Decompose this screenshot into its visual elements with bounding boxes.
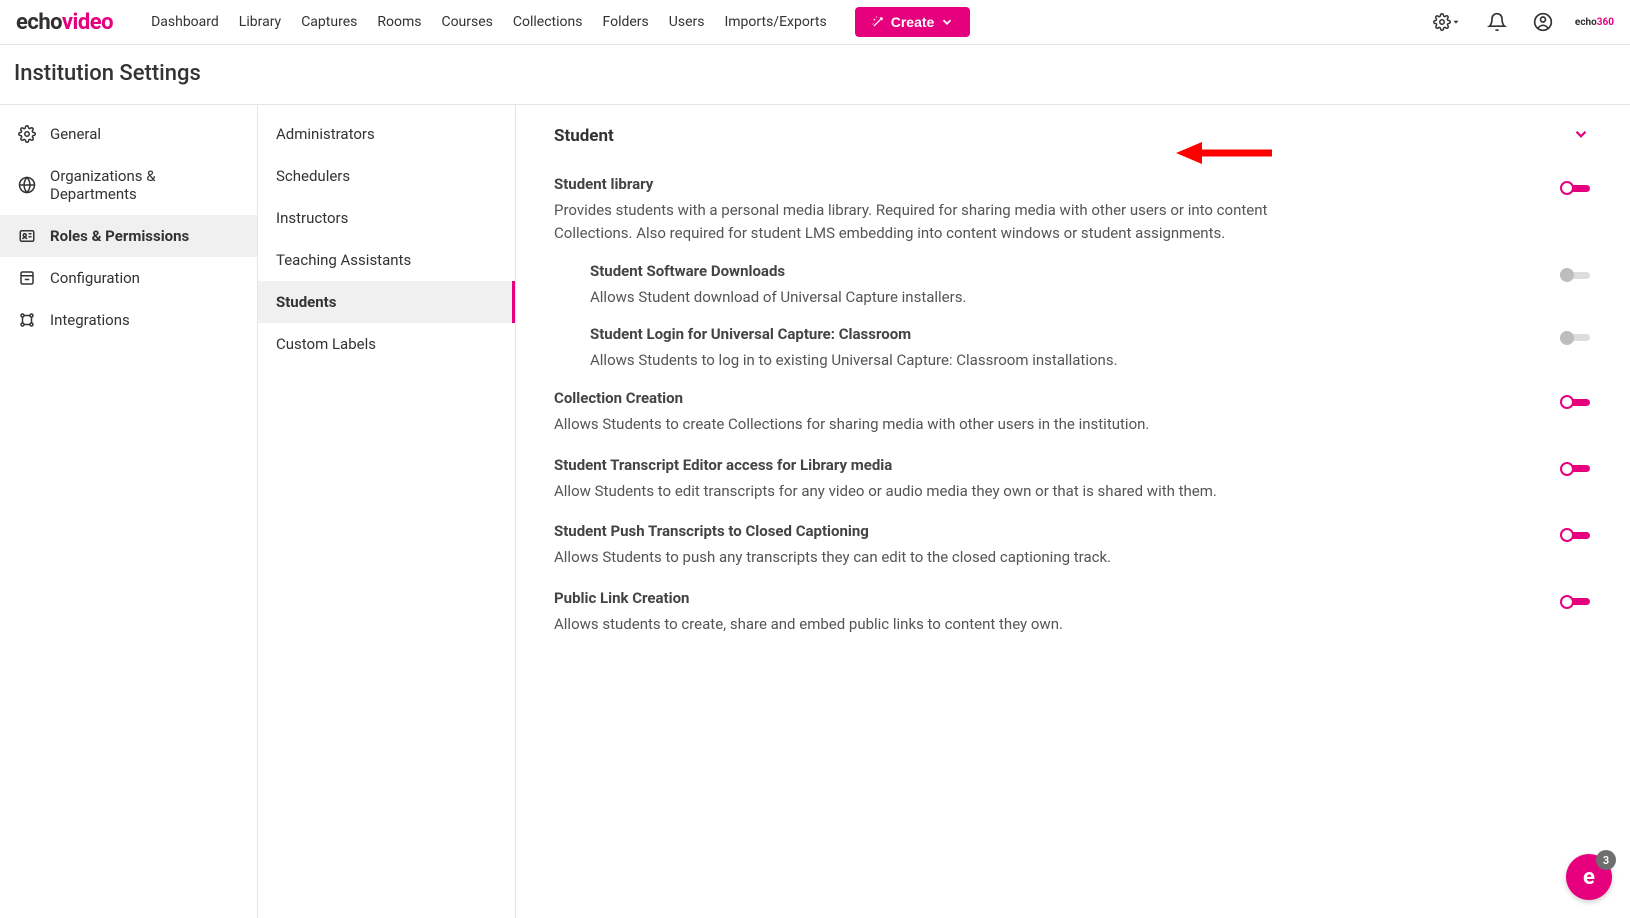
- setting-text: Student library Provides students with a…: [554, 175, 1540, 244]
- setting-text: Public Link Creation Allows students to …: [554, 589, 1540, 636]
- sidebar2-item-students[interactable]: Students: [258, 281, 515, 323]
- setting-title: Student Software Downloads: [590, 262, 1540, 280]
- setting-desc: Allow Students to edit transcripts for a…: [554, 480, 1314, 503]
- notifications-button[interactable]: [1483, 8, 1511, 36]
- nav-right: echo360: [1429, 8, 1614, 36]
- sidebar-item-integrations[interactable]: Integrations: [0, 299, 257, 341]
- setting-desc: Provides students with a personal media …: [554, 199, 1314, 244]
- content-panel: Student Student library Provides student…: [516, 105, 1630, 918]
- user-circle-icon: [1533, 12, 1553, 32]
- nav-collections[interactable]: Collections: [513, 14, 583, 30]
- setting-push-transcripts: Student Push Transcripts to Closed Capti…: [554, 512, 1590, 579]
- setting-text: Collection Creation Allows Students to c…: [554, 389, 1540, 436]
- setting-desc: Allows Students to create Collections fo…: [554, 413, 1314, 436]
- setting-uc-classroom-login: Student Login for Universal Capture: Cla…: [590, 317, 1590, 380]
- primary-sidebar: General Organizations & Departments Role…: [0, 105, 258, 918]
- nav-library[interactable]: Library: [239, 14, 281, 30]
- setting-children: Student Software Downloads Allows Studen…: [554, 254, 1590, 379]
- top-nav: echovideo Dashboard Library Captures Roo…: [0, 0, 1630, 45]
- setting-text: Student Software Downloads Allows Studen…: [590, 262, 1540, 309]
- setting-title: Collection Creation: [554, 389, 1540, 407]
- settings-dropdown-button[interactable]: [1429, 9, 1465, 35]
- secondary-sidebar: Administrators Schedulers Instructors Te…: [258, 105, 516, 918]
- sidebar-item-label: Integrations: [50, 311, 130, 329]
- id-card-icon: [18, 227, 36, 245]
- chat-widget-button[interactable]: e 3: [1566, 854, 1612, 900]
- sidebar2-item-instructors[interactable]: Instructors: [258, 197, 515, 239]
- sidebar2-item-administrators[interactable]: Administrators: [258, 113, 515, 155]
- caret-down-icon: [1451, 17, 1461, 27]
- nav-dashboard[interactable]: Dashboard: [151, 14, 219, 30]
- mini-brand-logo: echo360: [1575, 17, 1614, 28]
- sidebar-item-label: Roles & Permissions: [50, 227, 189, 245]
- gear-icon: [18, 125, 36, 143]
- box-icon: [18, 269, 36, 287]
- sidebar2-item-custom-labels[interactable]: Custom Labels: [258, 323, 515, 365]
- chat-badge: 3: [1596, 850, 1616, 870]
- sidebar-item-general[interactable]: General: [0, 113, 257, 155]
- brand-part1: echo: [16, 10, 62, 35]
- account-button[interactable]: [1529, 8, 1557, 36]
- toggle-uc-classroom-login[interactable]: [1560, 331, 1590, 345]
- setting-text: Student Login for Universal Capture: Cla…: [590, 325, 1540, 372]
- nodes-icon: [18, 311, 36, 329]
- nav-courses[interactable]: Courses: [441, 14, 492, 30]
- nav-rooms[interactable]: Rooms: [377, 14, 421, 30]
- sidebar2-item-schedulers[interactable]: Schedulers: [258, 155, 515, 197]
- nav-folders[interactable]: Folders: [602, 14, 648, 30]
- toggle-public-link[interactable]: [1560, 595, 1590, 609]
- settings-group: Student library Provides students with a…: [554, 153, 1590, 653]
- section-title: Student: [554, 126, 614, 146]
- chevron-down-icon: [1572, 125, 1590, 143]
- sidebar-item-orgs[interactable]: Organizations & Departments: [0, 155, 257, 215]
- page-title: Institution Settings: [0, 45, 1630, 105]
- setting-title: Student library: [554, 175, 1540, 193]
- nav-users[interactable]: Users: [669, 14, 705, 30]
- collapse-button[interactable]: [1572, 125, 1590, 147]
- sidebar-item-configuration[interactable]: Configuration: [0, 257, 257, 299]
- setting-title: Student Login for Universal Capture: Cla…: [590, 325, 1540, 343]
- sidebar-item-roles[interactable]: Roles & Permissions: [0, 215, 257, 257]
- setting-desc: Allows students to create, share and emb…: [554, 613, 1314, 636]
- setting-text: Student Transcript Editor access for Lib…: [554, 456, 1540, 503]
- nav-imports-exports[interactable]: Imports/Exports: [724, 14, 826, 30]
- nav-links: Dashboard Library Captures Rooms Courses…: [151, 7, 970, 37]
- sidebar2-item-teaching-assistants[interactable]: Teaching Assistants: [258, 239, 515, 281]
- create-label: Create: [891, 14, 935, 30]
- sidebar-item-label: Configuration: [50, 269, 140, 287]
- setting-title: Public Link Creation: [554, 589, 1540, 607]
- toggle-push-transcripts[interactable]: [1560, 528, 1590, 542]
- toggle-transcript-editor[interactable]: [1560, 462, 1590, 476]
- chat-widget-icon: e: [1583, 865, 1595, 890]
- toggle-collection-creation[interactable]: [1560, 395, 1590, 409]
- setting-text: Student Push Transcripts to Closed Capti…: [554, 522, 1540, 569]
- nav-captures[interactable]: Captures: [301, 14, 357, 30]
- section-header: Student: [554, 125, 1590, 153]
- brand-logo[interactable]: echovideo: [16, 10, 113, 35]
- setting-public-link: Public Link Creation Allows students to …: [554, 579, 1590, 646]
- magic-wand-icon: [871, 15, 885, 29]
- setting-desc: Allows Students to push any transcripts …: [554, 546, 1314, 569]
- create-button[interactable]: Create: [855, 7, 971, 37]
- setting-transcript-editor: Student Transcript Editor access for Lib…: [554, 446, 1590, 513]
- setting-title: Student Transcript Editor access for Lib…: [554, 456, 1540, 474]
- sidebar-item-label: General: [50, 125, 101, 143]
- bell-icon: [1487, 12, 1507, 32]
- toggle-student-library[interactable]: [1560, 181, 1590, 195]
- gear-icon: [1433, 13, 1451, 31]
- globe-icon: [18, 176, 36, 194]
- setting-software-downloads: Student Software Downloads Allows Studen…: [590, 254, 1590, 317]
- chevron-down-icon: [940, 15, 954, 29]
- setting-desc: Allows Student download of Universal Cap…: [590, 286, 1350, 309]
- setting-title: Student Push Transcripts to Closed Capti…: [554, 522, 1540, 540]
- setting-desc: Allows Students to log in to existing Un…: [590, 349, 1350, 372]
- toggle-software-downloads[interactable]: [1560, 268, 1590, 282]
- sidebar-item-label: Organizations & Departments: [50, 167, 239, 203]
- setting-collection-creation: Collection Creation Allows Students to c…: [554, 379, 1590, 446]
- setting-student-library: Student library Provides students with a…: [554, 165, 1590, 254]
- main-layout: General Organizations & Departments Role…: [0, 105, 1630, 918]
- brand-part2: video: [62, 10, 113, 35]
